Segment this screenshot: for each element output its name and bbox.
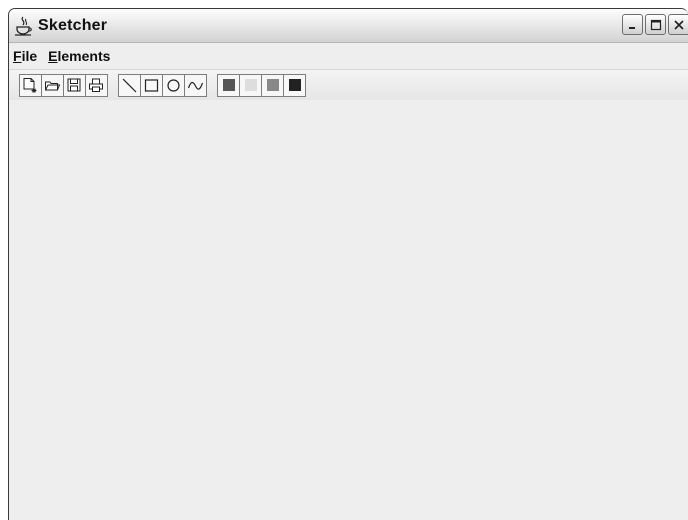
print-button[interactable] (85, 73, 108, 97)
print-icon (89, 78, 103, 92)
color-yellow-button[interactable] (239, 73, 262, 97)
menu-file[interactable]: File (9, 48, 44, 64)
close-button[interactable] (668, 14, 688, 35)
line-tool-button[interactable] (118, 73, 141, 97)
maximize-icon (650, 19, 661, 30)
minimize-button[interactable] (622, 14, 643, 35)
red-swatch-icon (222, 79, 235, 91)
maximize-button[interactable] (645, 14, 666, 35)
menu-elements-label: lements (57, 48, 111, 64)
curve-tool-button[interactable] (184, 73, 207, 97)
color-red-button[interactable] (217, 73, 240, 97)
toolbar (9, 70, 688, 101)
window-controls (620, 14, 688, 35)
open-file-icon (45, 81, 61, 90)
window-title: Sketcher (38, 16, 108, 34)
yellow-swatch-icon (244, 79, 257, 91)
drawing-canvas[interactable] (9, 100, 688, 520)
close-icon (673, 19, 684, 30)
line-icon (122, 78, 137, 92)
menu-file-mnemonic: F (13, 48, 22, 64)
menu-bar: File Elements (9, 43, 688, 70)
save-file-icon (67, 78, 81, 91)
minimize-icon (628, 26, 635, 29)
file-tools (19, 73, 108, 97)
menu-file-label: ile (21, 48, 38, 64)
title-bar[interactable]: Sketcher (9, 9, 688, 43)
circle-tool-button[interactable] (162, 73, 185, 97)
new-button[interactable] (19, 73, 42, 97)
color-green-button[interactable] (261, 73, 284, 97)
java-cup-icon (15, 16, 32, 36)
sketcher-window: Sketcher File Elements (8, 8, 688, 520)
rectangle-icon (144, 78, 159, 92)
element-tools (118, 73, 207, 97)
circle-icon (167, 78, 180, 92)
save-button[interactable] (63, 73, 86, 97)
new-file-icon (23, 77, 37, 93)
green-swatch-icon (266, 79, 279, 91)
color-blue-button[interactable] (283, 73, 306, 97)
blue-swatch-icon (288, 79, 301, 91)
open-button[interactable] (41, 73, 64, 97)
menu-elements[interactable]: Elements (44, 48, 117, 64)
curve-icon (187, 81, 204, 90)
color-tools (217, 73, 306, 97)
rectangle-tool-button[interactable] (140, 73, 163, 97)
